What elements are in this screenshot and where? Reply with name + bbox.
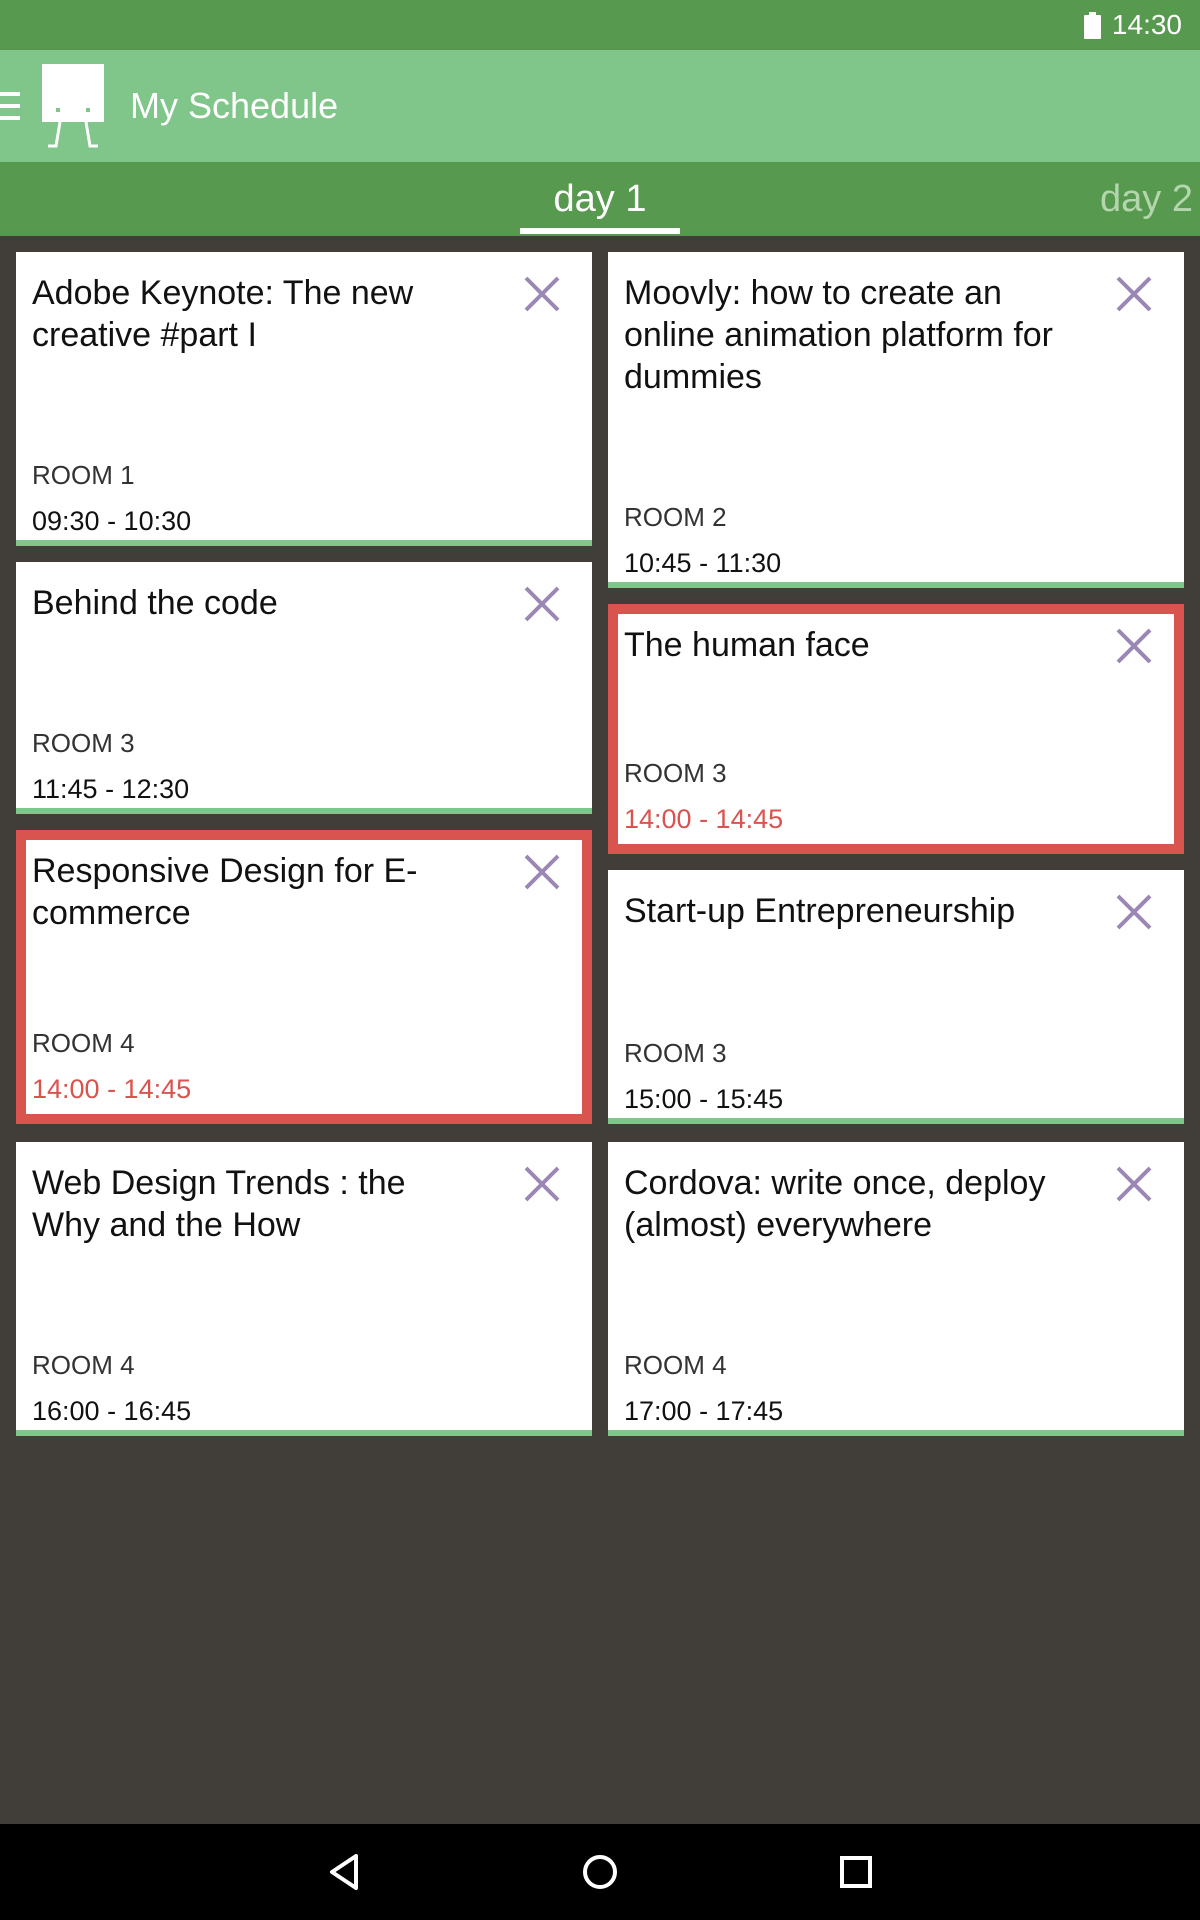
- battery-icon: [1083, 12, 1101, 39]
- session-room: ROOM 4: [32, 1028, 135, 1058]
- session-card[interactable]: Web Design Trends : the Why and the How …: [16, 1142, 592, 1436]
- session-time: 16:00 - 16:45: [32, 1396, 192, 1426]
- session-title: Cordova: write once, deploy (almost) eve…: [624, 1164, 1046, 1244]
- session-card-conflict[interactable]: The human face ROOM 3 14:00 - 14:45: [608, 604, 1184, 854]
- tab-day-2[interactable]: day 2: [1100, 162, 1200, 236]
- close-icon[interactable]: [1112, 624, 1156, 668]
- tab-indicator: [520, 228, 680, 234]
- status-bar: 14:30: [0, 0, 1200, 50]
- session-card-conflict[interactable]: Responsive Design for E-commerce ROOM 4 …: [16, 830, 592, 1124]
- close-icon[interactable]: [520, 272, 564, 316]
- session-card[interactable]: Start-up Entrepreneurship ROOM 3 15:00 -…: [608, 870, 1184, 1124]
- tab-day-1[interactable]: day 1: [520, 162, 680, 236]
- status-right: 14:30: [1083, 0, 1182, 50]
- close-icon[interactable]: [1112, 272, 1156, 316]
- session-time: 09:30 - 10:30: [32, 506, 192, 536]
- session-time: 14:00 - 14:45: [624, 804, 784, 834]
- session-title: Behind the code: [32, 584, 278, 622]
- session-title: Start-up Entrepreneurship: [624, 892, 1016, 930]
- session-time: 17:00 - 17:45: [624, 1396, 784, 1426]
- session-time: 11:45 - 12:30: [32, 774, 190, 804]
- close-icon[interactable]: [520, 582, 564, 626]
- session-card[interactable]: Moovly: how to create an online animatio…: [608, 252, 1184, 588]
- session-title: Web Design Trends : the Why and the How: [32, 1164, 406, 1244]
- day-tabs: day 1 day 2: [0, 162, 1200, 236]
- close-icon[interactable]: [520, 1162, 564, 1206]
- status-time: 14:30: [1111, 9, 1182, 40]
- home-icon[interactable]: [570, 1842, 630, 1902]
- close-icon[interactable]: [520, 850, 564, 894]
- back-icon[interactable]: [314, 1842, 374, 1902]
- session-room: ROOM 3: [32, 728, 135, 758]
- session-room: ROOM 1: [32, 460, 135, 490]
- navigation-bar: [0, 1824, 1200, 1920]
- close-icon[interactable]: [1112, 890, 1156, 934]
- session-time: 15:00 - 15:45: [624, 1084, 784, 1114]
- session-room: ROOM 3: [624, 1038, 727, 1068]
- session-title: Adobe Keynote: The new creative #part I: [32, 274, 414, 354]
- session-card[interactable]: Adobe Keynote: The new creative #part I …: [16, 252, 592, 546]
- session-card[interactable]: Cordova: write once, deploy (almost) eve…: [608, 1142, 1184, 1436]
- session-title: Moovly: how to create an online animatio…: [624, 274, 1054, 396]
- recents-icon[interactable]: [826, 1842, 886, 1902]
- session-room: ROOM 4: [624, 1350, 727, 1380]
- close-icon[interactable]: [1112, 1162, 1156, 1206]
- session-time: 10:45 - 11:30: [624, 548, 782, 578]
- session-room: ROOM 3: [624, 758, 727, 788]
- app-toolbar: My Schedule: [0, 50, 1200, 162]
- session-title: The human face: [624, 626, 870, 664]
- menu-icon[interactable]: [0, 92, 20, 120]
- app-logo-icon[interactable]: [42, 64, 106, 150]
- session-card[interactable]: Behind the code ROOM 3 11:45 - 12:30: [16, 562, 592, 814]
- page-title: My Schedule: [130, 85, 339, 126]
- session-time: 14:00 - 14:45: [32, 1074, 192, 1104]
- session-room: ROOM 4: [32, 1350, 135, 1380]
- session-room: ROOM 2: [624, 502, 727, 532]
- session-title: Responsive Design for E-commerce: [32, 852, 418, 932]
